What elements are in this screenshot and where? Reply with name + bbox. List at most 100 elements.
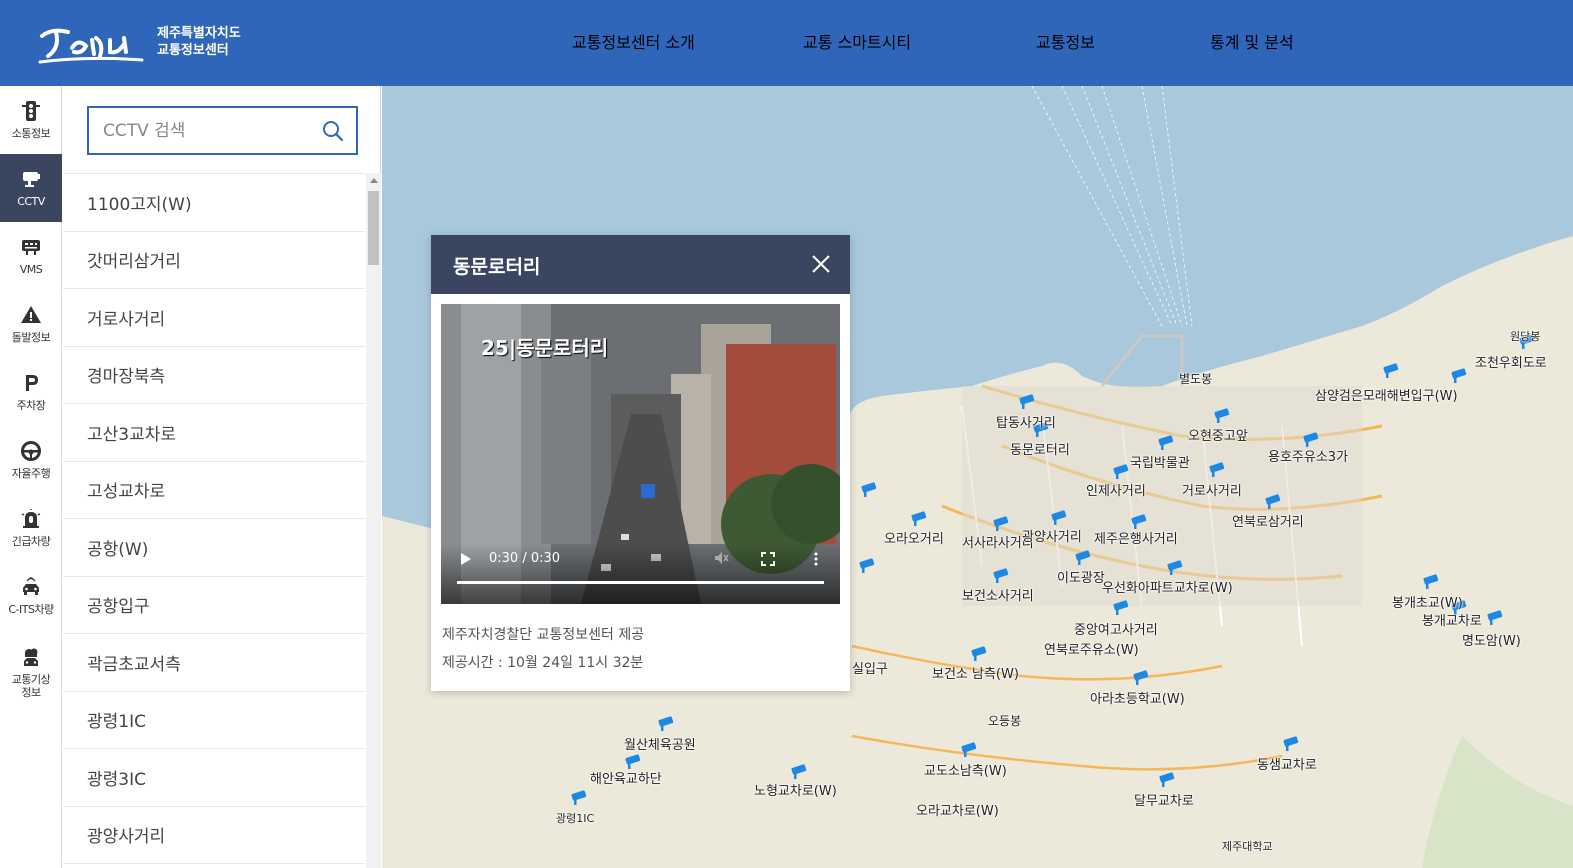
cctv-marker-icon[interactable] bbox=[858, 558, 878, 574]
rail-label: C-ITS차량 bbox=[8, 603, 54, 616]
cctv-marker-icon[interactable] bbox=[1213, 408, 1233, 424]
cctv-marker-icon[interactable] bbox=[1282, 736, 1302, 752]
search-icon[interactable] bbox=[322, 120, 344, 142]
cctv-marker-icon[interactable] bbox=[1157, 435, 1177, 451]
map-label: 노형교차로(W) bbox=[754, 784, 837, 799]
cctv-popup: 동문로터리 25|동문로터리 0:30 / 0:30 제주자치경찰단 교통정보센… bbox=[431, 235, 850, 691]
map-label: 봉개초교(W) bbox=[1392, 596, 1463, 611]
cctv-list-item[interactable]: 광양사거리 bbox=[63, 807, 365, 864]
video-progress-bar[interactable] bbox=[457, 581, 824, 584]
cctv-marker-icon[interactable] bbox=[992, 568, 1012, 584]
rail-item-cits[interactable]: C-ITS차량 bbox=[0, 562, 62, 630]
map-label: 실입구 bbox=[852, 662, 888, 677]
rail-item-parking[interactable]: 주차장 bbox=[0, 358, 62, 426]
jeju-logo[interactable] bbox=[38, 18, 148, 68]
car-icon bbox=[23, 577, 39, 595]
popup-title: 동문로터리 bbox=[453, 256, 541, 278]
rail-item-vms[interactable]: VMS bbox=[0, 222, 62, 290]
rail-item-traffic[interactable]: 소통정보 bbox=[0, 86, 62, 154]
cctv-list-item[interactable]: 공항입구 bbox=[63, 577, 365, 634]
map-label: 중앙여고사거리 bbox=[1074, 623, 1158, 638]
cctv-marker-icon[interactable] bbox=[1112, 600, 1132, 616]
cctv-marker-icon[interactable] bbox=[1208, 462, 1228, 478]
cctv-marker-icon[interactable] bbox=[1074, 550, 1094, 566]
cctv-search-input[interactable] bbox=[103, 118, 313, 144]
cctv-marker-icon[interactable] bbox=[1486, 610, 1506, 626]
rail-item-autonomous[interactable]: 자율주행 bbox=[0, 426, 62, 494]
cctv-list-item[interactable]: 광령1IC bbox=[63, 692, 365, 749]
cctv-marker-icon[interactable] bbox=[1166, 560, 1186, 576]
map-label: 보건소사거리 bbox=[962, 589, 1034, 604]
map-label: 아라초등학교(W) bbox=[1090, 692, 1185, 707]
cctv-marker-icon[interactable] bbox=[1422, 574, 1442, 590]
cctv-list-item[interactable]: 곽금초교서측 bbox=[63, 634, 365, 692]
video-overlay-caption: 25|동문로터리 bbox=[481, 336, 609, 360]
cctv-list-item[interactable]: 1100고지(W) bbox=[63, 174, 365, 232]
weather-icon bbox=[24, 648, 38, 666]
cctv-list-item[interactable]: 경마장북측 bbox=[63, 347, 365, 404]
rail-label: 돌발정보 bbox=[11, 331, 51, 344]
cctv-marker-icon[interactable] bbox=[860, 482, 880, 498]
map-label: 월산체육공원 bbox=[624, 738, 696, 753]
map-label: 봉개교차로 bbox=[1422, 614, 1482, 629]
close-icon[interactable] bbox=[810, 253, 832, 275]
cctv-marker-icon[interactable] bbox=[1450, 368, 1470, 384]
map-label: 조천우회도로 bbox=[1475, 356, 1547, 371]
cctv-marker-icon[interactable] bbox=[1050, 510, 1070, 526]
cctv-marker-icon[interactable] bbox=[960, 742, 980, 758]
map-label: 원당봉 bbox=[1510, 330, 1541, 343]
parking-icon bbox=[26, 375, 38, 391]
cctv-marker-icon[interactable] bbox=[910, 511, 930, 527]
cctv-list-item[interactable]: 공항(W) bbox=[63, 519, 365, 577]
cctv-marker-icon[interactable] bbox=[657, 716, 677, 732]
cctv-list: 1100고지(W) 갓머리삼거리 거로사거리 경마장북측 고산3교차로 고성교차… bbox=[63, 173, 365, 868]
cctv-marker-icon[interactable] bbox=[1132, 670, 1152, 686]
cctv-list-item[interactable]: 광령3IC bbox=[63, 749, 365, 807]
cctv-marker-icon[interactable] bbox=[1158, 772, 1178, 788]
cctv-list-item[interactable]: 고산3교차로 bbox=[63, 404, 365, 462]
volume-muted-icon[interactable] bbox=[713, 550, 729, 566]
map-label: 동문로터리 bbox=[1010, 443, 1070, 458]
cctv-marker-icon[interactable] bbox=[970, 646, 990, 662]
map-label: 이도광장 bbox=[1057, 571, 1105, 586]
scroll-thumb[interactable] bbox=[368, 191, 379, 265]
nav-smart-city[interactable]: 교통 스마트시티 bbox=[803, 29, 911, 53]
cctv-marker-icon[interactable] bbox=[1382, 363, 1402, 379]
map-label: 광령1IC bbox=[556, 812, 595, 825]
fullscreen-icon[interactable] bbox=[761, 552, 775, 566]
scroll-up-arrow-icon[interactable] bbox=[370, 178, 378, 183]
cctv-list-item[interactable]: 갓머리삼거리 bbox=[63, 232, 365, 289]
map-label: 오라교차로(W) bbox=[916, 804, 999, 819]
rail-item-weather[interactable]: 교통기상 정보 bbox=[0, 634, 62, 710]
cctv-icon bbox=[23, 172, 40, 187]
rail-item-incident[interactable]: 돌발정보 bbox=[0, 290, 62, 358]
vms-icon bbox=[22, 240, 40, 255]
cctv-marker-icon[interactable] bbox=[570, 790, 590, 806]
cctv-marker-icon[interactable] bbox=[1264, 494, 1284, 510]
map-label: 탑동사거리 bbox=[996, 416, 1056, 431]
map-label: 용호주유소3가 bbox=[1268, 450, 1349, 465]
nav-statistics[interactable]: 통계 및 분석 bbox=[1210, 29, 1294, 53]
cctv-marker-icon[interactable] bbox=[790, 764, 810, 780]
nav-traffic-info[interactable]: 교통정보 bbox=[1036, 29, 1095, 53]
cctv-list-panel: 1100고지(W) 갓머리삼거리 거로사거리 경마장북측 고산3교차로 고성교차… bbox=[63, 86, 381, 868]
rail-item-emergency[interactable]: 긴급차량 bbox=[0, 494, 62, 562]
nav-center-intro[interactable]: 교통정보센터 소개 bbox=[572, 29, 695, 53]
cctv-marker-icon[interactable] bbox=[992, 516, 1012, 532]
more-options-icon[interactable] bbox=[809, 552, 823, 566]
timestamp-text: 제공시간 : 10월 24일 11시 32분 bbox=[442, 655, 644, 671]
cctv-marker-icon[interactable] bbox=[1112, 464, 1132, 480]
popup-info: 제주자치경찰단 교통정보센터 제공 제공시간 : 10월 24일 11시 32분 bbox=[442, 621, 644, 677]
map-label: 연북로주유소(W) bbox=[1044, 643, 1139, 658]
map-label: 명도암(W) bbox=[1462, 634, 1521, 649]
map-label: 광양사거리 bbox=[1022, 530, 1082, 545]
cctv-video-player[interactable]: 25|동문로터리 0:30 / 0:30 bbox=[441, 304, 840, 604]
top-header: 제주특별자치도 교통정보센터 교통정보센터 소개 교통 스마트시티 교통정보 통… bbox=[0, 0, 1573, 86]
list-scrollbar[interactable] bbox=[366, 173, 381, 868]
emergency-icon bbox=[21, 509, 41, 528]
cctv-list-item[interactable]: 고성교차로 bbox=[63, 462, 365, 519]
cctv-list-item[interactable]: 거로사거리 bbox=[63, 289, 365, 347]
cctv-marker-icon[interactable] bbox=[1018, 394, 1038, 410]
play-icon[interactable] bbox=[459, 552, 473, 566]
rail-item-cctv[interactable]: CCTV bbox=[0, 154, 62, 222]
